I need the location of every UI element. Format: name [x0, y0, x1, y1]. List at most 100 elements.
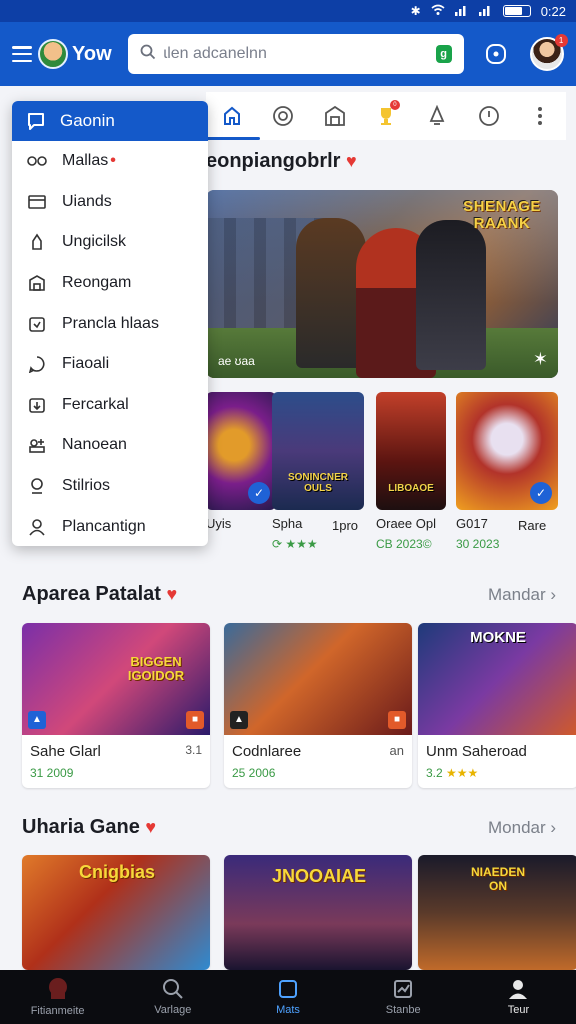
search-input[interactable]: ɩlen adcanelnn: [164, 45, 428, 63]
platform-icon: ▲: [230, 711, 248, 729]
card-title: Codnlaree: [232, 743, 302, 760]
heart-icon: ♥: [166, 584, 178, 604]
signal-icon-2: [478, 4, 493, 19]
game-thumb[interactable]: ✓ Uyis: [206, 392, 276, 537]
new-dot: •: [110, 152, 116, 170]
download-icon[interactable]: ✓: [248, 482, 270, 504]
thumb-name: Uyis: [206, 516, 232, 531]
drawer-item-label: Mallas: [62, 152, 109, 170]
download-icon[interactable]: ✓: [530, 482, 552, 504]
bottom-nav-home[interactable]: Fitianmeite: [0, 970, 115, 1024]
game-card[interactable]: Cnigbias: [22, 855, 210, 970]
game-thumb-label: Rare: [518, 512, 576, 533]
top-app-bar: Yow ɩlen adcanelnn g 1: [0, 22, 576, 86]
tag-icon: ■: [186, 711, 204, 729]
drawer-item[interactable]: Uiands: [12, 182, 208, 223]
bottom-nav-search[interactable]: Varlage: [115, 970, 230, 1024]
drawer-item[interactable]: Stilrios: [12, 466, 208, 507]
game-thumb[interactable]: LIBOAOE Oraee Opl CB 2023©: [376, 392, 446, 551]
drawer-item-label: Ungicilsk: [62, 233, 127, 251]
tab-badge: 0: [389, 100, 400, 110]
target-icon: [273, 106, 294, 126]
section-games-title: Uharia Gane ♥: [22, 816, 156, 839]
folder-icon: [26, 191, 48, 213]
navigation-drawer: Gaonin Mallas • Uiands Ungicilsk Reongam …: [12, 101, 208, 546]
tab-target[interactable]: [263, 96, 303, 136]
bluetooth-icon: ✱: [410, 4, 421, 18]
heart-icon: ♥: [346, 151, 357, 171]
game-card[interactable]: MOKNE Unm Saheroad 3.2 ★★★: [418, 623, 576, 788]
search-icon: [140, 44, 156, 65]
card-title: Sahe Glarl: [30, 743, 101, 760]
platform-icon: ▲: [28, 711, 46, 729]
app-title: Yow: [72, 42, 112, 65]
game-card[interactable]: JNOOAIAE: [224, 855, 412, 970]
see-more-link[interactable]: Mandar ›: [488, 585, 556, 605]
rating-stars: ★★★: [446, 766, 479, 780]
drawer-item[interactable]: Reongam: [12, 263, 208, 304]
section-popular-title: Aparea Patalat ♥: [22, 583, 177, 606]
bottom-nav-label: Stanbe: [385, 1004, 421, 1016]
drawer-item[interactable]: Mallas •: [12, 141, 208, 182]
voice-search-icon[interactable]: g: [435, 45, 452, 63]
notification-badge: 1: [554, 34, 568, 47]
trophy-icon: [26, 475, 48, 497]
tab-home[interactable]: [203, 96, 260, 140]
game-card[interactable]: NIAEDEN ON: [418, 855, 576, 970]
thumb-meta: CB 2023©: [376, 537, 432, 551]
square-icon: [279, 980, 297, 998]
drawer-header[interactable]: Gaonin: [12, 101, 208, 141]
user-icon: [26, 231, 48, 253]
game-row-popular: BIGGEN IGOIDOR ▲ ■ Sahe Glarl 3.1 31 2009…: [22, 623, 576, 793]
calendar-icon: [26, 313, 48, 335]
bell-icon: [430, 105, 445, 125]
bottom-nav-label: Varlage: [154, 1004, 192, 1016]
see-more-label: Mandar: [488, 585, 546, 604]
bottom-nav-label: Mats: [276, 1004, 300, 1016]
drawer-item[interactable]: Fercarkal: [12, 385, 208, 426]
messages-button[interactable]: [480, 38, 512, 70]
see-more-link[interactable]: Mondar ›: [488, 818, 556, 838]
drawer-item-label: Fercarkal: [62, 395, 129, 413]
profile-avatar-button[interactable]: 1: [529, 34, 568, 71]
featured-title-text: eonpiangobrlr: [206, 150, 341, 172]
section-title-text: Aparea Patalat: [22, 583, 161, 605]
store-icon: [26, 272, 48, 294]
wifi-icon: [431, 4, 445, 19]
chevron-right-icon: ›: [550, 585, 557, 604]
user-icon: [26, 516, 48, 538]
drawer-item[interactable]: Nanoean: [12, 425, 208, 466]
tab-more[interactable]: [520, 96, 560, 136]
chat-icon: [26, 353, 48, 375]
battery-icon: [502, 5, 531, 17]
bottom-nav-mats[interactable]: Mats: [230, 970, 345, 1024]
section-title-text: Uharia Gane: [22, 816, 140, 838]
bottom-nav-profile[interactable]: Teur: [461, 970, 576, 1024]
menu-icon[interactable]: [12, 46, 32, 62]
featured-hero-banner[interactable]: SHENAGE RAANK ae ʊaa ✶: [206, 190, 558, 378]
card-art-title: JNOOAIAE: [271, 866, 367, 886]
drawer-item[interactable]: Ungicilsk: [12, 222, 208, 263]
more-icon: [538, 107, 543, 125]
search-bar[interactable]: ɩlen adcanelnn g: [127, 34, 464, 74]
game-card[interactable]: BIGGEN IGOIDOR ▲ ■ Sahe Glarl 3.1 31 2009: [22, 623, 210, 788]
bottom-nav-stats[interactable]: Stanbe: [346, 970, 461, 1024]
chevron-right-icon: ›: [550, 818, 557, 837]
drawer-item[interactable]: Fiaoali: [12, 344, 208, 385]
drawer-item[interactable]: Prancla hlaas: [12, 303, 208, 344]
download-icon: [26, 394, 48, 416]
sparkle-icon[interactable]: ✶: [533, 349, 548, 370]
app-logo: [38, 39, 68, 69]
see-more-label: Mondar: [488, 818, 546, 837]
card-art-title: NIAEDEN ON: [470, 865, 525, 893]
game-card[interactable]: ▲ ■ Codnlaree an 25 2006: [224, 623, 412, 788]
tab-trophy[interactable]: 0: [366, 96, 406, 136]
card-art-title: Cnigbias: [78, 862, 155, 882]
drawer-item-label: Reongam: [62, 274, 132, 292]
card-extra: an: [389, 743, 404, 758]
tab-history[interactable]: [469, 96, 509, 136]
drawer-item[interactable]: Plancantign: [12, 506, 208, 546]
tab-store[interactable]: [315, 96, 355, 136]
card-meta: 25 2006: [232, 766, 276, 780]
tab-notifications[interactable]: [417, 96, 457, 136]
